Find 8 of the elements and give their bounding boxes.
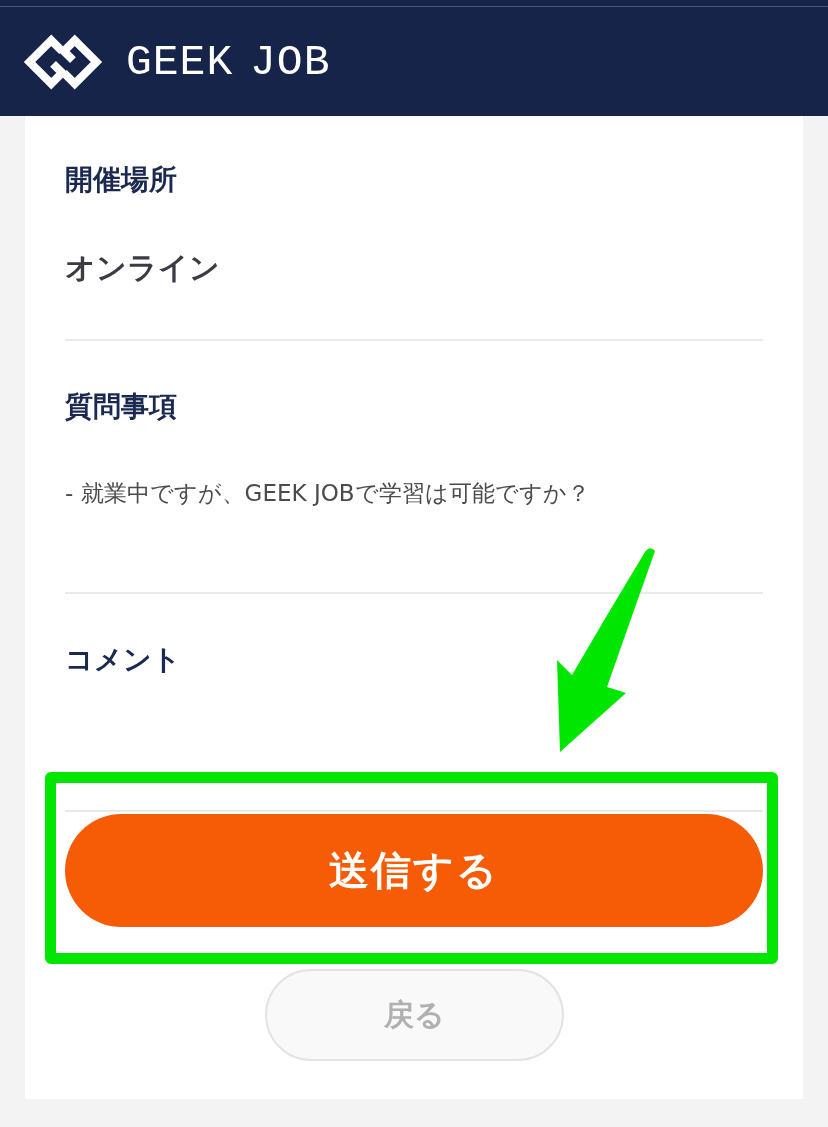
submit-button[interactable]: 送信する bbox=[65, 814, 763, 927]
question-item: - 就業中ですが、GEEK JOBで学習は可能ですか？ bbox=[65, 479, 591, 508]
section-heading: 質問事項 bbox=[65, 389, 178, 425]
section-heading: 開催場所 bbox=[65, 162, 178, 198]
section-heading: コメント bbox=[65, 642, 182, 678]
logo-text[interactable]: GEEK JOB bbox=[126, 40, 331, 84]
logo-icon bbox=[22, 34, 104, 90]
field-value: オンライン bbox=[65, 249, 221, 287]
